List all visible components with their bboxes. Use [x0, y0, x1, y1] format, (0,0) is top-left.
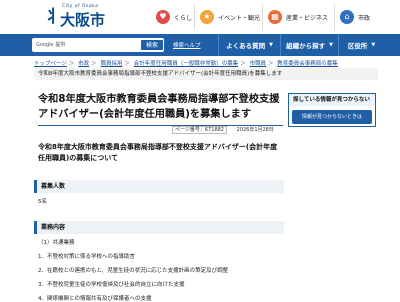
nav-events[interactable]: ★ イベント・観光: [200, 6, 260, 28]
search-brand: Google 提供: [36, 42, 66, 48]
sidebar-heading: 探している情報が見つからない: [289, 94, 375, 106]
nav-faq[interactable]: よくある質問 ▼: [218, 34, 280, 56]
nav-faq-label: よくある質問: [226, 42, 266, 50]
section-heading: 業務内容: [34, 221, 284, 234]
search-help-link[interactable]: 検索ヘルプ: [173, 41, 201, 49]
nav-divider: [334, 4, 335, 30]
nav-business-label: 産業・ビジネス: [286, 14, 329, 22]
breadcrumb: トップページ＞ 市政＞ 職員採用＞ 会計年度任用職員（一般職非常勤）の募集＞ 市…: [34, 61, 338, 67]
section-text: 5名: [38, 199, 47, 205]
chevron-down-icon: ▼: [269, 42, 273, 48]
section-text: 2．在籍校との連携のもと、児童生徒の状況に応じた支援計画の策定及び調整: [38, 268, 229, 274]
breadcrumb-link[interactable]: 教育委員会事務局の募集: [277, 61, 338, 67]
building-icon: ▦: [268, 10, 282, 24]
section-text: （1）共通業務: [38, 240, 75, 246]
nav-living-label: くらし: [174, 14, 193, 22]
nav-events-label: イベント・観光: [218, 14, 261, 22]
nav-city-government[interactable]: ⌂ 市政: [340, 6, 370, 28]
breadcrumb-current: 令和8年度大阪市教育委員会事務局指導部不登校支援アドバイザー(会計年度任用職員)…: [34, 68, 378, 80]
search-button[interactable]: 検索: [140, 39, 164, 51]
nav-business[interactable]: ▦ 産業・ビジネス: [268, 6, 328, 28]
chevron-down-icon: ▼: [329, 42, 333, 48]
nav-city-government-label: 市政: [358, 14, 371, 22]
nav-ward-offices[interactable]: 区役所 ▼: [338, 34, 384, 56]
publish-date: 2026年1月28日: [236, 127, 274, 133]
section-text: 1．不登校対策に係る学校への指導助言: [38, 254, 136, 260]
page-title: 令和8年度大阪市教育委員会事務局指導部不登校支援アドバイザー(会計年度任用職員)…: [38, 94, 280, 120]
section-text: 3．不登校児童生徒の学校復帰及び社会的自立に向けた支援: [38, 282, 185, 288]
nav-living[interactable]: ♥ くらし: [156, 6, 192, 28]
site-header: ⺦ City of Osaka 大阪市 ♥ くらし ★ イベント・観光 ▦ 産業…: [0, 0, 400, 34]
section-text: 4．関係機関との情報共有及び保護者への支援: [38, 296, 152, 302]
nav-divider: [194, 4, 195, 30]
article-lead-heading: 令和8年度大阪市教育委員会事務局指導部不登校支援アドバイザー(会計年度任用職員)…: [38, 143, 278, 162]
breadcrumb-link[interactable]: 職員採用: [100, 61, 122, 67]
heart-icon: ♥: [156, 10, 170, 24]
section-heading: 募集人数: [34, 180, 284, 193]
search-box[interactable]: Google 提供 検索: [32, 38, 164, 52]
nav-organizations[interactable]: 組織から探す ▼: [280, 34, 338, 56]
site-logo[interactable]: ⺦ City of Osaka 大阪市: [44, 4, 106, 32]
breadcrumb-link[interactable]: 市職員: [250, 61, 267, 67]
breadcrumb-link[interactable]: 市政: [78, 61, 89, 67]
city-emblem-icon: ⺦: [44, 7, 61, 27]
star-icon: ★: [200, 10, 214, 24]
city-hall-icon: ⌂: [340, 10, 354, 24]
nav-organizations-label: 組織から探す: [286, 42, 326, 50]
page-meta: ページ番号：671882 2026年1月28日: [172, 126, 274, 134]
logo-japanese: 大阪市: [60, 11, 106, 29]
nav-ward-offices-label: 区役所: [347, 42, 368, 50]
nav-divider: [262, 4, 263, 30]
logo-english: City of Osaka: [62, 4, 99, 9]
breadcrumb-link[interactable]: トップページ: [34, 61, 67, 67]
not-found-help-button[interactable]: 情報が見つからないときは: [292, 110, 372, 124]
page-id: ページ番号：671882: [172, 126, 227, 134]
breadcrumb-link[interactable]: 会計年度任用職員（一般職非常勤）の募集: [134, 61, 239, 67]
help-sidebar-box: 探している情報が見つからない 情報が見つからないときは: [288, 93, 376, 127]
chevron-down-icon: ▼: [371, 42, 376, 48]
